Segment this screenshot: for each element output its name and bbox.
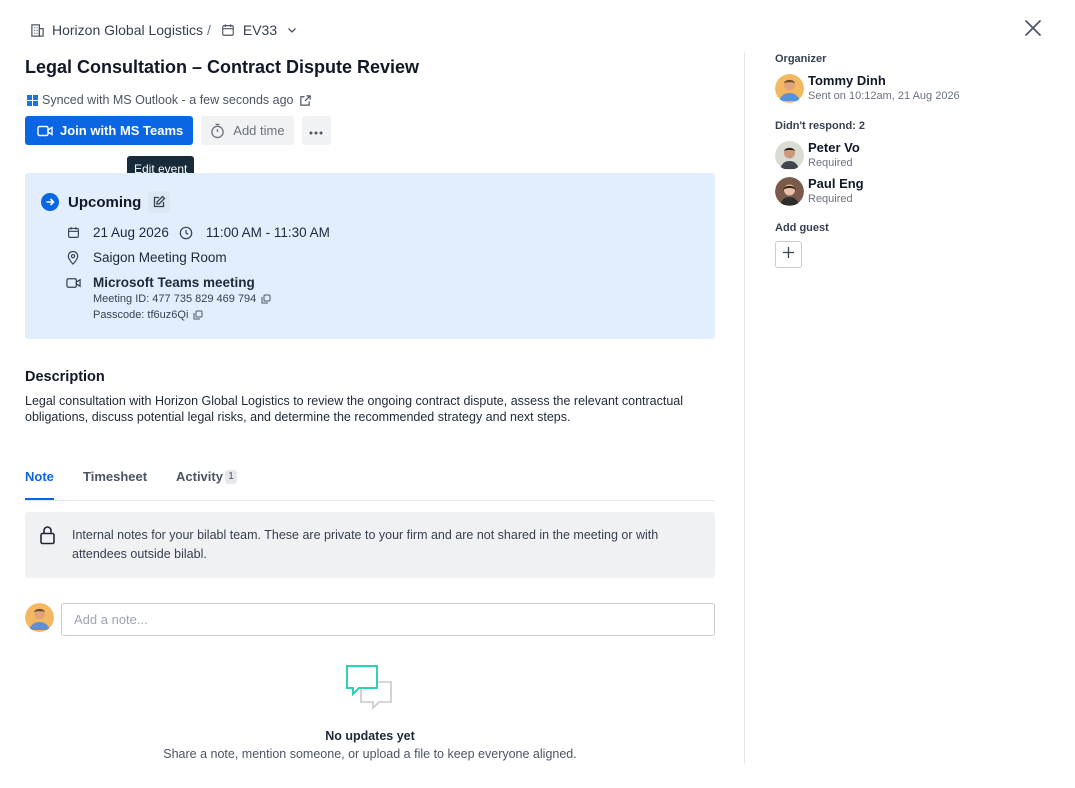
tab-bar: Note Timesheet Activity 1 xyxy=(25,466,715,501)
event-time: 11:00 AM - 11:30 AM xyxy=(205,225,330,240)
description-text: Legal consultation with Horizon Global L… xyxy=(25,394,684,424)
meeting-id-text: Meeting ID: 477 735 829 469 794 xyxy=(93,293,257,305)
active-tab-indicator xyxy=(25,498,54,500)
video-camera-icon xyxy=(37,125,53,137)
tab-note[interactable]: Note xyxy=(25,469,54,484)
arrow-right-circle-icon xyxy=(41,193,59,211)
breadcrumb-separator: / xyxy=(206,22,211,38)
sync-status-text: Synced with MS Outlook - a few seconds a… xyxy=(42,93,294,107)
tab-activity-label: Activity xyxy=(176,469,223,484)
event-detail-panel: Horizon Global Logistics / EV33 Legal Co… xyxy=(25,0,715,788)
meeting-id: Meeting ID: 477 735 829 469 794 xyxy=(93,293,271,305)
meeting-title: Microsoft Teams meeting xyxy=(93,275,255,290)
event-title: Legal Consultation – Contract Dispute Re… xyxy=(25,57,420,77)
event-location: Saigon Meeting Room xyxy=(93,250,227,265)
tab-note-label: Note xyxy=(25,469,54,484)
breadcrumb-event-code[interactable]: EV33 xyxy=(243,22,277,38)
join-teams-label: Join with MS Teams xyxy=(60,123,184,138)
status-label: Upcoming xyxy=(68,193,142,211)
join-teams-button[interactable]: Join with MS Teams xyxy=(25,116,194,145)
add-guest-button[interactable] xyxy=(775,241,802,268)
add-note-input[interactable] xyxy=(61,603,715,636)
more-options-button[interactable] xyxy=(301,116,331,145)
copy-icon[interactable] xyxy=(193,310,203,320)
tab-timesheet[interactable]: Timesheet xyxy=(83,469,147,484)
building-icon xyxy=(29,22,45,38)
guest-row[interactable]: Peter Vo Required xyxy=(775,140,1035,171)
microsoft-icon xyxy=(27,94,38,106)
ellipsis-icon xyxy=(309,122,323,140)
add-guest-label: Add guest xyxy=(775,222,829,234)
avatar xyxy=(775,177,804,206)
empty-state-subtitle: Share a note, mention someone, or upload… xyxy=(163,747,577,761)
calendar-icon xyxy=(66,226,80,240)
plus-icon xyxy=(782,246,795,264)
guest-requirement: Required xyxy=(808,193,853,205)
stopwatch-icon xyxy=(210,123,225,139)
close-button[interactable] xyxy=(1022,19,1044,41)
description-heading: Description xyxy=(25,369,105,385)
tab-activity[interactable]: Activity 1 xyxy=(176,469,237,484)
column-divider xyxy=(744,52,745,764)
attendees-panel: Organizer Tommy Dinh Sent on 10:12am, 21… xyxy=(775,0,1055,788)
event-status: Upcoming xyxy=(41,191,171,213)
organizer-label: Organizer xyxy=(775,53,827,65)
close-icon xyxy=(1024,19,1042,42)
breadcrumb-company[interactable]: Horizon Global Logistics xyxy=(52,22,203,38)
edit-event-button[interactable] xyxy=(148,191,171,213)
organizer-name: Tommy Dinh xyxy=(808,73,886,88)
action-bar: Join with MS Teams Add time xyxy=(25,116,331,145)
meeting-passcode: Passcode: tf6uz6Qi xyxy=(93,309,203,321)
meeting-passcode-text: Passcode: tf6uz6Qi xyxy=(93,309,189,321)
guest-row[interactable]: Paul Eng Required xyxy=(775,176,1035,207)
event-date: 21 Aug 2026 xyxy=(93,225,169,240)
add-time-label: Add time xyxy=(233,123,285,138)
organizer-sent-time: Sent on 10:12am, 21 Aug 2026 xyxy=(808,90,960,102)
guest-name: Paul Eng xyxy=(808,176,864,191)
clock-icon xyxy=(179,226,193,240)
avatar xyxy=(775,141,804,170)
external-link-icon[interactable] xyxy=(299,94,312,107)
chat-bubbles-icon xyxy=(345,664,395,714)
private-notes-text: Internal notes for your bilabl team. The… xyxy=(72,528,659,561)
lock-icon xyxy=(39,525,57,545)
current-user-avatar xyxy=(25,603,54,632)
event-location-row: Saigon Meeting Room xyxy=(66,250,227,265)
map-pin-icon xyxy=(66,250,80,265)
avatar xyxy=(775,74,804,103)
copy-icon[interactable] xyxy=(261,294,271,304)
video-camera-icon xyxy=(66,277,81,289)
event-info-card: Upcoming 21 Aug 2026 11:00 AM - 11:30 AM… xyxy=(25,173,715,339)
chevron-down-icon[interactable] xyxy=(286,23,300,37)
private-notes-notice: Internal notes for your bilabl team. The… xyxy=(25,512,715,578)
guest-requirement: Required xyxy=(808,157,853,169)
tab-timesheet-label: Timesheet xyxy=(83,469,148,484)
activity-count-badge: 1 xyxy=(224,469,237,484)
event-datetime-row: 21 Aug 2026 11:00 AM - 11:30 AM xyxy=(66,225,330,240)
empty-state-title: No updates yet xyxy=(325,729,415,743)
calendar-icon xyxy=(220,22,236,38)
sync-status: Synced with MS Outlook - a few seconds a… xyxy=(27,92,312,108)
organizer-row[interactable]: Tommy Dinh Sent on 10:12am, 21 Aug 2026 xyxy=(775,73,1035,104)
add-time-button[interactable]: Add time xyxy=(201,116,294,145)
breadcrumb: Horizon Global Logistics / EV33 xyxy=(29,20,300,40)
guest-name: Peter Vo xyxy=(808,140,860,155)
no-response-label: Didn't respond: 2 xyxy=(775,120,866,132)
